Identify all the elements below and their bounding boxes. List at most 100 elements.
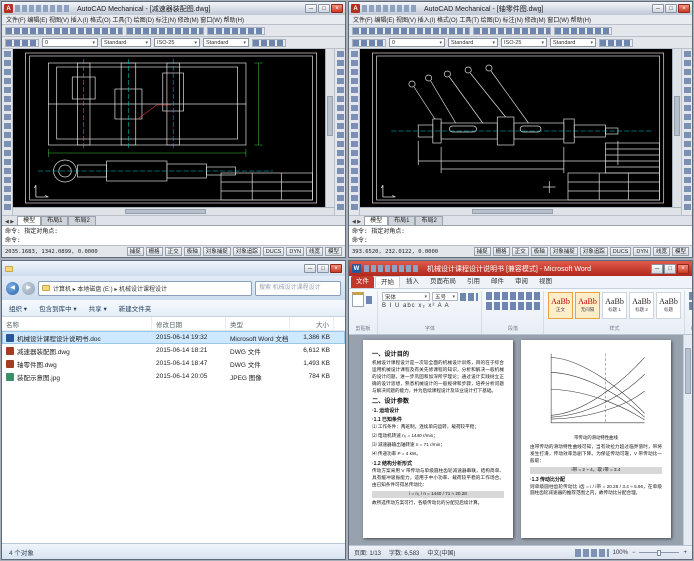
- toggle-osnap[interactable]: 对象捕捉: [203, 247, 231, 256]
- organize-button[interactable]: 组织 ▾: [9, 303, 27, 313]
- document-page-left[interactable]: 一、设计目的 机械设计课程设计是一次较全面的机械设计训练，目的在于综合运用机械设…: [363, 340, 513, 538]
- toolbar-icon-strip[interactable]: [473, 27, 551, 35]
- font-name-select[interactable]: 宋体: [382, 292, 430, 301]
- menu-bar[interactable]: 文件(F) 编辑(E) 视图(V) 插入(I) 格式(O) 工具(T) 绘图(D…: [2, 15, 345, 25]
- document-page-right[interactable]: 带传动的滑动特性曲线 由带传动的滑动特性曲线可知，当有效拉力超过临界值时，带将发…: [521, 340, 671, 538]
- alignment-buttons[interactable]: [486, 302, 540, 310]
- document-area[interactable]: 一、设计目的 机械设计课程设计是一次较全面的机械设计训练，目的在于综合运用机械设…: [349, 335, 692, 545]
- horizontal-scrollbar[interactable]: [13, 207, 334, 215]
- close-button[interactable]: ×: [330, 264, 342, 273]
- empty-list-area[interactable]: [2, 383, 345, 543]
- tab-mailings[interactable]: 邮件: [486, 276, 509, 288]
- column-date-modified[interactable]: 修改日期: [152, 317, 226, 330]
- close-button[interactable]: ×: [678, 4, 690, 13]
- tab-layout1[interactable]: 布局1: [41, 216, 68, 225]
- zoom-out-button[interactable]: −: [632, 550, 636, 556]
- tab-model[interactable]: 模型: [364, 216, 388, 225]
- draw-toolbar[interactable]: [349, 49, 360, 215]
- quick-access-toolbar[interactable]: [362, 5, 418, 12]
- modify-toolbar[interactable]: [681, 49, 692, 215]
- toggle-model-space[interactable]: 模型: [672, 247, 689, 256]
- toolbar-icon-strip[interactable]: [252, 39, 286, 47]
- toggle-ducs[interactable]: DUCS: [263, 247, 285, 256]
- text-style-dropdown[interactable]: Standard: [203, 38, 249, 47]
- cad-canvas[interactable]: [360, 49, 672, 207]
- tab-model[interactable]: 模型: [17, 216, 41, 225]
- toggle-lineweight[interactable]: 线宽: [306, 247, 323, 256]
- layer-dropdown[interactable]: 0: [42, 38, 98, 47]
- column-type[interactable]: 类型: [226, 317, 290, 330]
- horizontal-scrollbar[interactable]: [360, 207, 681, 215]
- toggle-lineweight[interactable]: 线宽: [653, 247, 670, 256]
- vertical-scrollbar[interactable]: [325, 49, 334, 207]
- toolbar-icon-strip[interactable]: [352, 39, 386, 47]
- toggle-otrack[interactable]: 对象追踪: [580, 247, 608, 256]
- command-input-line[interactable]: 命令:: [5, 236, 342, 245]
- quick-access-toolbar[interactable]: [364, 265, 420, 272]
- tab-layout2[interactable]: 布局2: [415, 216, 442, 225]
- minimize-button[interactable]: ─: [652, 4, 664, 13]
- text-style-dropdown[interactable]: Standard: [550, 38, 596, 47]
- toolbar-icon-strip[interactable]: [5, 27, 123, 35]
- page-indicator[interactable]: 页面: 1/13: [354, 548, 381, 557]
- command-input-line[interactable]: 命令:: [352, 236, 689, 245]
- grow-shrink-font-buttons[interactable]: [460, 293, 478, 301]
- tab-home[interactable]: 开始: [375, 276, 400, 288]
- toggle-otrack[interactable]: 对象追踪: [233, 247, 261, 256]
- tab-page-layout[interactable]: 页面布局: [425, 276, 461, 288]
- style-heading2[interactable]: AaBb标题 2: [629, 292, 654, 319]
- style-title[interactable]: AaBb标题: [656, 292, 681, 319]
- titlebar[interactable]: A AutoCAD Mechanical - [减速器装配图.dwg] ─ □ …: [2, 2, 345, 15]
- share-button[interactable]: 共享 ▾: [89, 303, 107, 313]
- maximize-button[interactable]: □: [317, 264, 329, 273]
- find-button[interactable]: [689, 292, 692, 300]
- style-normal[interactable]: AaBb正文: [548, 292, 573, 319]
- close-button[interactable]: ×: [331, 4, 343, 13]
- zoom-in-button[interactable]: +: [683, 550, 687, 556]
- file-row[interactable]: 减速器装配图.dwg 2015-06-14 18:21 DWG 文件 6,612…: [2, 344, 345, 357]
- new-folder-button[interactable]: 新建文件夹: [119, 303, 152, 313]
- zoom-slider[interactable]: [639, 549, 679, 557]
- toggle-ortho[interactable]: 正交: [165, 247, 182, 256]
- tab-review[interactable]: 审阅: [510, 276, 533, 288]
- back-button[interactable]: ◀: [6, 282, 19, 295]
- titlebar[interactable]: A AutoCAD Mechanical - [轴零件图.dwg] ─ □ ×: [349, 2, 692, 15]
- clipboard-buttons[interactable]: [366, 296, 374, 304]
- toggle-snap[interactable]: 捕捉: [127, 247, 144, 256]
- menu-bar[interactable]: 文件(F) 编辑(E) 视图(V) 插入(I) 格式(O) 工具(T) 绘图(D…: [349, 15, 692, 25]
- font-size-select[interactable]: 五号: [432, 292, 458, 301]
- vertical-scrollbar[interactable]: [683, 335, 692, 545]
- forward-button[interactable]: ▶: [22, 282, 35, 295]
- file-row[interactable]: 轴零件图.dwg 2015-06-14 18:47 DWG 文件 1,493 K…: [2, 357, 345, 370]
- toggle-polar[interactable]: 极轴: [531, 247, 548, 256]
- close-button[interactable]: ×: [677, 264, 689, 274]
- tab-view[interactable]: 视图: [534, 276, 557, 288]
- toggle-grid[interactable]: 栅格: [493, 247, 510, 256]
- toggle-dyn[interactable]: DYN: [633, 247, 651, 256]
- toggle-polar[interactable]: 极轴: [184, 247, 201, 256]
- toggle-snap[interactable]: 捕捉: [474, 247, 491, 256]
- file-row[interactable]: 装配示意图.jpg 2015-06-14 20:05 JPEG 图像 784 K…: [2, 370, 345, 383]
- toolbar-icon-strip[interactable]: [599, 39, 633, 47]
- style-no-spacing[interactable]: AaBb无间隔: [575, 292, 600, 319]
- maximize-button[interactable]: □: [318, 4, 330, 13]
- dim-style-dropdown[interactable]: ISO-25: [154, 38, 200, 47]
- toggle-model-space[interactable]: 模型: [325, 247, 342, 256]
- modify-toolbar[interactable]: [334, 49, 345, 215]
- maximize-button[interactable]: □: [664, 264, 676, 274]
- toggle-ortho[interactable]: 正交: [512, 247, 529, 256]
- paste-button[interactable]: [352, 292, 364, 307]
- tab-layout2[interactable]: 布局2: [68, 216, 95, 225]
- tab-file[interactable]: 文件: [351, 276, 374, 288]
- toolbar-icon-strip[interactable]: [352, 27, 470, 35]
- replace-select-buttons[interactable]: [689, 302, 692, 310]
- layer-dropdown[interactable]: 0: [389, 38, 445, 47]
- toggle-grid[interactable]: 栅格: [146, 247, 163, 256]
- toggle-ducs[interactable]: DUCS: [610, 247, 632, 256]
- dim-style-dropdown[interactable]: ISO-25: [501, 38, 547, 47]
- minimize-button[interactable]: ─: [304, 264, 316, 273]
- minimize-button[interactable]: ─: [651, 264, 663, 274]
- tab-layout1[interactable]: 布局1: [388, 216, 415, 225]
- toggle-dyn[interactable]: DYN: [286, 247, 304, 256]
- column-name[interactable]: 名称: [2, 317, 152, 330]
